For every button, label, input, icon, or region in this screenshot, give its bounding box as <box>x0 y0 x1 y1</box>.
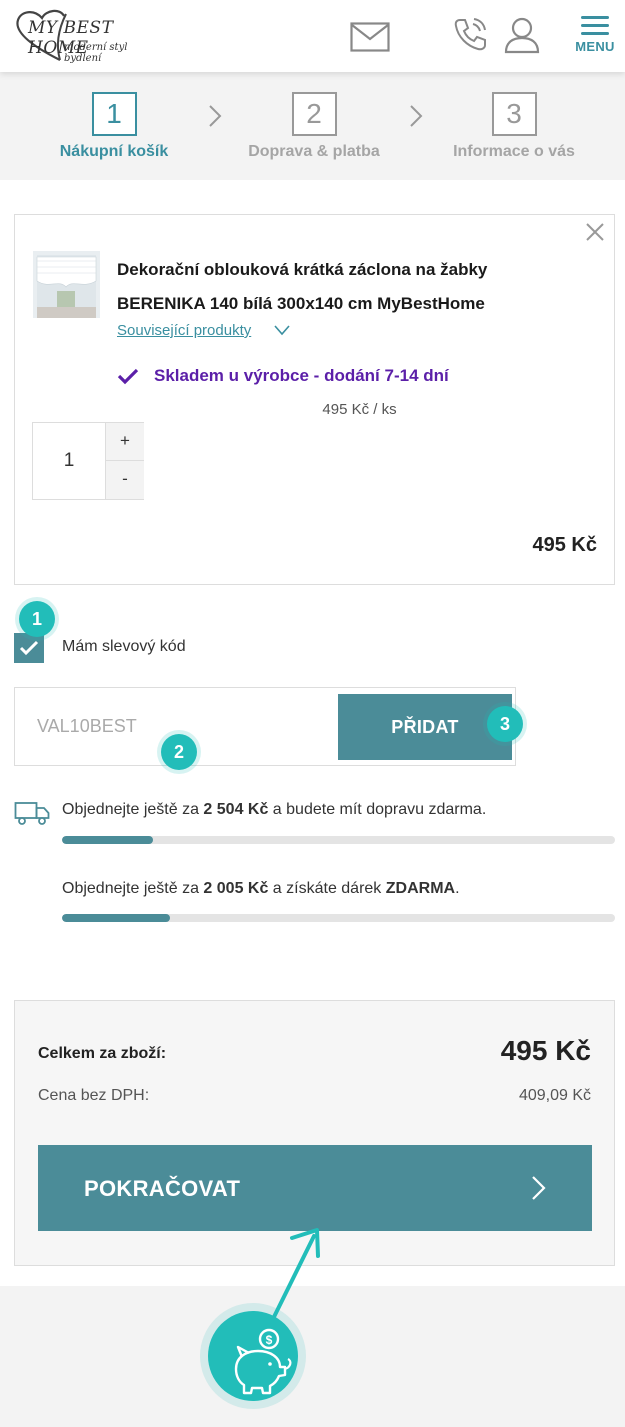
chevron-down-icon[interactable] <box>273 323 291 337</box>
free-shipping-suffix: a budete mít dopravu zdarma. <box>268 801 487 818</box>
related-products-link[interactable]: Související produkty <box>117 322 251 339</box>
checkout-steps: 1 Nákupní košík 2 Doprava & platba 3 Inf… <box>0 72 625 180</box>
check-icon <box>117 368 139 385</box>
step-number: 3 <box>491 92 537 136</box>
logo-tagline: moderní styl bydlení <box>64 42 128 64</box>
total-label: Celkem za zboží: <box>38 1045 167 1062</box>
line-total: 495 Kč <box>532 534 598 556</box>
free-gift-prefix: Objednejte ještě za <box>62 880 204 897</box>
truck-icon <box>14 802 50 825</box>
discount-code-label[interactable]: Mám slevový kód <box>62 638 186 656</box>
add-discount-button[interactable]: PŘIDAT <box>338 694 512 760</box>
free-gift-middle: a získáte dárek <box>268 880 386 897</box>
phone-icon[interactable] <box>452 16 488 52</box>
quantity-plus-button[interactable]: + <box>105 423 144 461</box>
stock-status: Skladem u výrobce - dodání 7-14 dní <box>154 366 449 385</box>
continue-button-label: POKRAČOVAT <box>84 1176 241 1201</box>
product-thumbnail[interactable] <box>33 251 100 318</box>
free-gift-text: Objednejte ještě za 2 005 Kč a získáte d… <box>62 880 460 898</box>
step-number: 2 <box>291 92 337 136</box>
menu-button[interactable]: MENU <box>572 14 618 60</box>
quantity-stepper: 1 + - <box>32 422 144 500</box>
menu-label: MENU <box>575 39 615 54</box>
mail-icon[interactable] <box>350 22 390 52</box>
site-header: MY BEST HOME moderní styl bydlení MENU <box>0 0 625 72</box>
free-shipping-progress-fill <box>62 836 154 844</box>
step-label: Nákupní košík <box>59 143 169 160</box>
continue-button[interactable]: POKRAČOVAT <box>38 1145 592 1231</box>
price-without-vat-value: 409,09 Kč <box>518 1087 591 1104</box>
hamburger-icon <box>572 14 618 35</box>
free-gift-progress <box>62 914 615 922</box>
free-gift-amount: 2 005 Kč <box>203 880 269 897</box>
step-cart[interactable]: 1 Nákupní košík <box>14 92 214 161</box>
step-number: 1 <box>91 92 137 136</box>
step-label: Informace o vás <box>453 143 575 160</box>
free-shipping-amount: 2 504 Kč <box>203 801 269 818</box>
free-shipping-progress <box>62 836 615 844</box>
price-without-vat-label: Cena bez DPH: <box>38 1087 150 1104</box>
step-shipping[interactable]: 2 Doprava & platba <box>214 92 414 161</box>
total-value: 495 Kč <box>500 1035 591 1066</box>
discount-code-form: PŘIDAT <box>14 687 516 766</box>
annotation-badge-2: 2 <box>161 734 197 770</box>
discount-code-checkbox[interactable] <box>14 633 44 663</box>
quantity-input[interactable]: 1 <box>33 423 105 499</box>
annotation-badge-3: 3 <box>487 706 523 742</box>
quantity-minus-button[interactable]: - <box>105 461 144 499</box>
close-icon[interactable] <box>584 221 606 243</box>
svg-text:$: $ <box>266 1333 273 1347</box>
free-gift-progress-fill <box>62 914 170 922</box>
step-label: Doprava & platba <box>248 143 380 160</box>
product-title[interactable]: Dekorační oblouková krátká záclona na ža… <box>117 253 577 321</box>
annotation-badge-1: 1 <box>19 601 55 637</box>
user-icon[interactable] <box>503 16 541 54</box>
check-icon <box>19 640 39 656</box>
logo[interactable]: MY BEST HOME moderní styl bydlení <box>12 6 162 64</box>
piggy-bank-icon: $ <box>200 1303 306 1409</box>
free-shipping-text: Objednejte ještě za 2 504 Kč a budete mí… <box>62 801 486 819</box>
chevron-right-icon <box>532 1176 546 1200</box>
unit-price: 495 Kč / ks <box>322 401 397 418</box>
free-gift-end: . <box>455 880 460 897</box>
step-info[interactable]: 3 Informace o vás <box>414 92 614 161</box>
product-image <box>33 251 100 318</box>
free-shipping-prefix: Objednejte ještě za <box>62 801 204 818</box>
cart-item-card: Dekorační oblouková krátká záclona na ža… <box>14 214 615 585</box>
free-gift-highlight: ZDARMA <box>385 880 456 897</box>
